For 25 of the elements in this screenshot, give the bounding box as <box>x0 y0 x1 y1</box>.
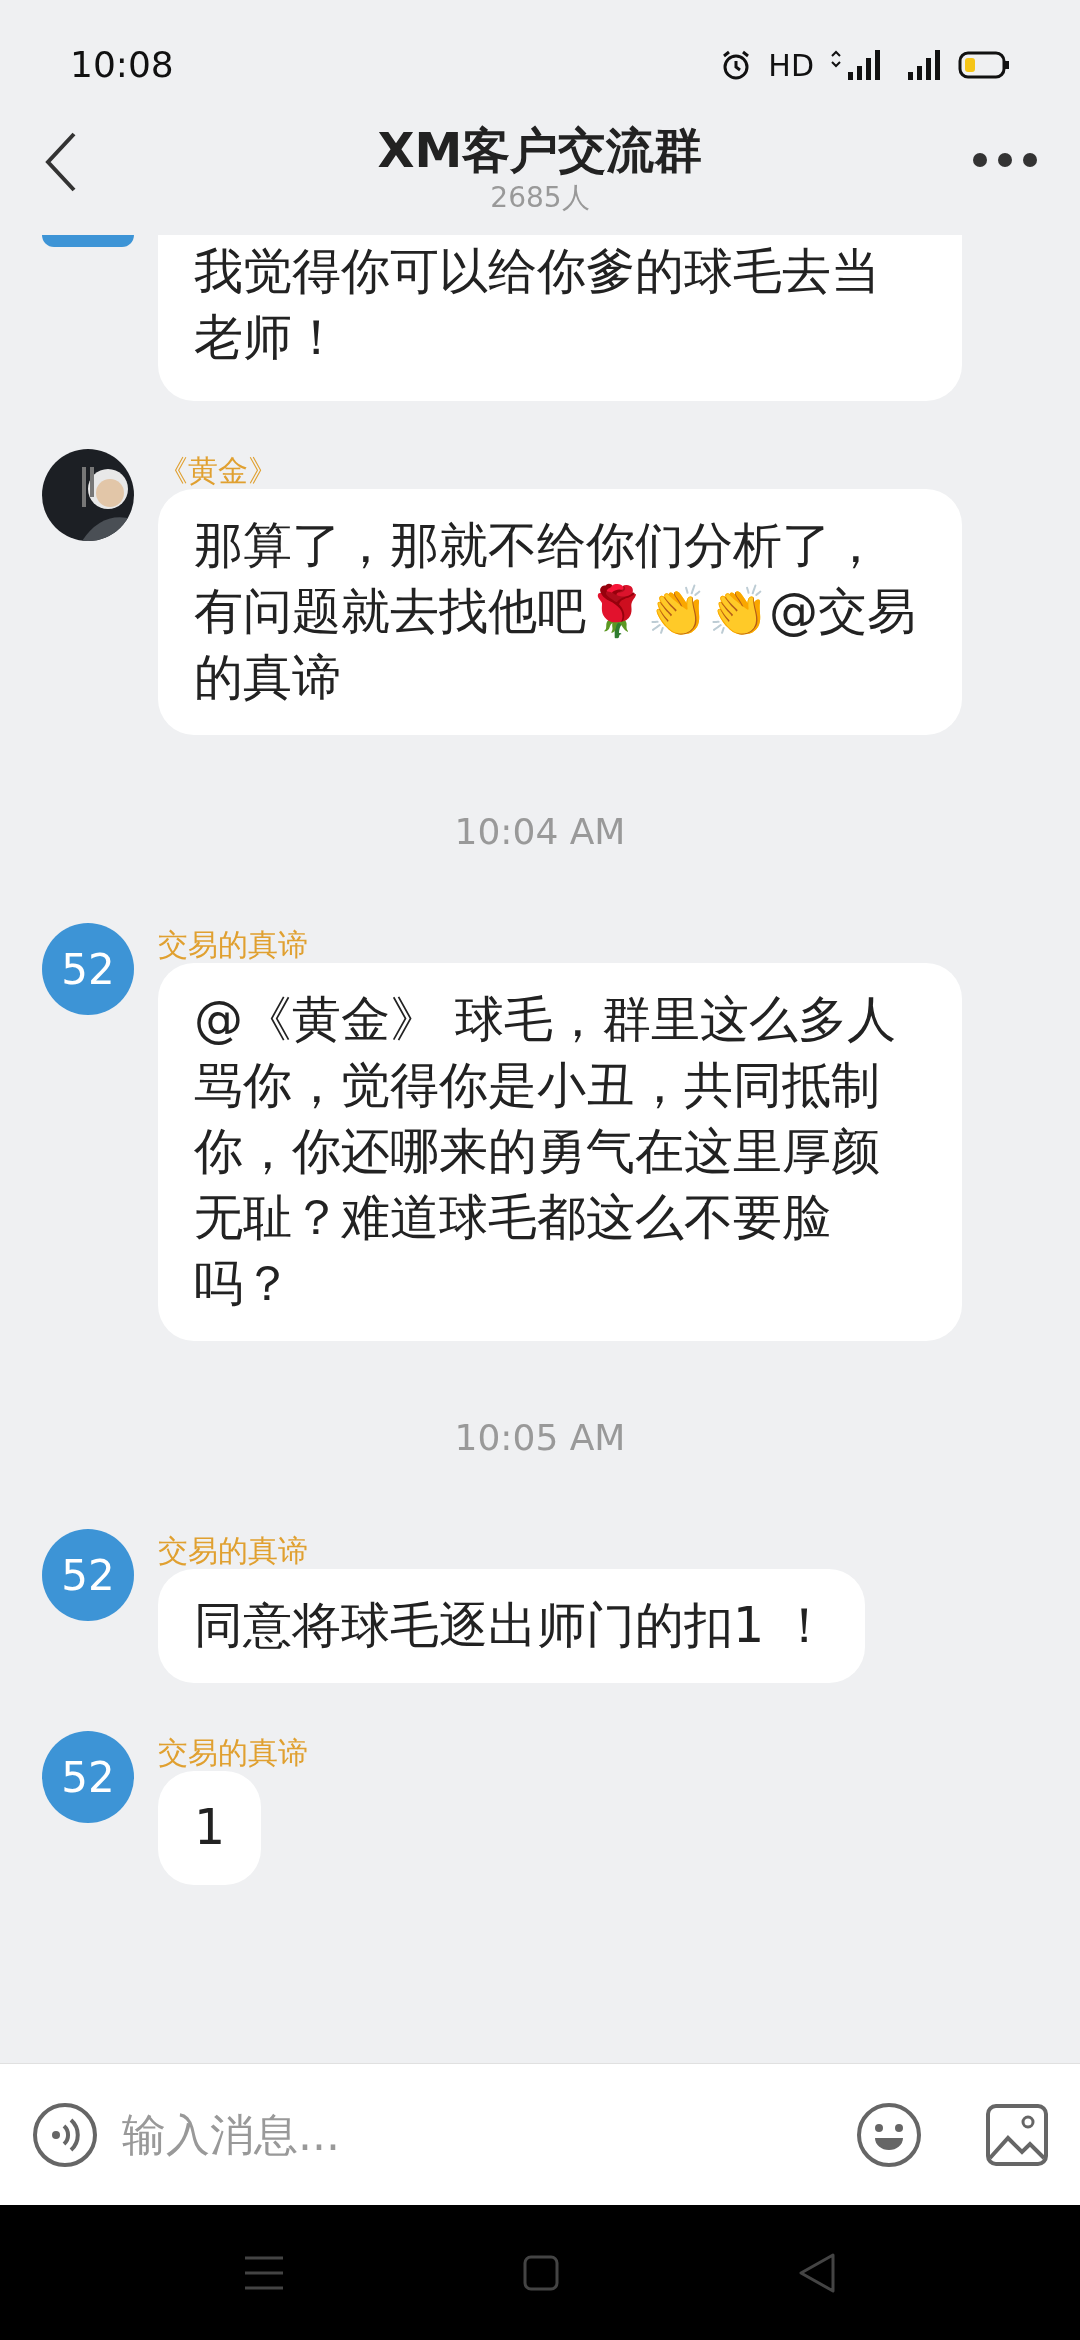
sender-name: 《黄金》 <box>158 453 278 489</box>
voice-icon[interactable] <box>32 2101 98 2168</box>
timestamp: 10:05 AM <box>454 1416 626 1460</box>
sender-name: 交易的真谛 <box>158 1533 308 1569</box>
message-bubble: 1 <box>158 1771 262 1885</box>
message-bubble: @《黄金》 球毛，群里这么多人骂你，觉得你是小丑，共同抵制你，你还哪来的勇气在这里厚颜无耻？难道球毛都这么不要脸吗？ <box>158 963 962 1341</box>
signal-icon <box>830 48 882 82</box>
message-input-bar[interactable]: 输入消息... <box>0 2063 1080 2205</box>
avatar-icon: 52 <box>42 1529 134 1621</box>
chat-title: XM客户交流群 <box>377 121 703 180</box>
member-count: 2685人 <box>490 180 590 216</box>
avatar-icon: 52 <box>42 923 134 1015</box>
message-bubble: 同意将球毛逐出师门的扣1 ！ <box>158 1569 865 1683</box>
battery-icon <box>958 50 1010 80</box>
message-bubble: 我觉得你可以给你爹的球毛去当老师！ <box>158 235 962 401</box>
avatar-icon: 52 <box>42 1731 134 1823</box>
sender-name: 交易的真谛 <box>158 1735 308 1771</box>
more-icon[interactable] <box>972 152 1038 168</box>
timestamp: 10:04 AM <box>454 810 626 854</box>
image-icon[interactable] <box>986 2103 1048 2166</box>
status-time: 10:08 <box>70 43 174 87</box>
emoji-icon[interactable] <box>856 2101 922 2168</box>
message-bubble: 那算了，那就不给你们分析了，有问题就去找他吧🌹👏👏@交易的真谛 <box>158 489 962 735</box>
hd-label: HD <box>768 46 814 85</box>
sender-name: 交易的真谛 <box>158 927 308 963</box>
